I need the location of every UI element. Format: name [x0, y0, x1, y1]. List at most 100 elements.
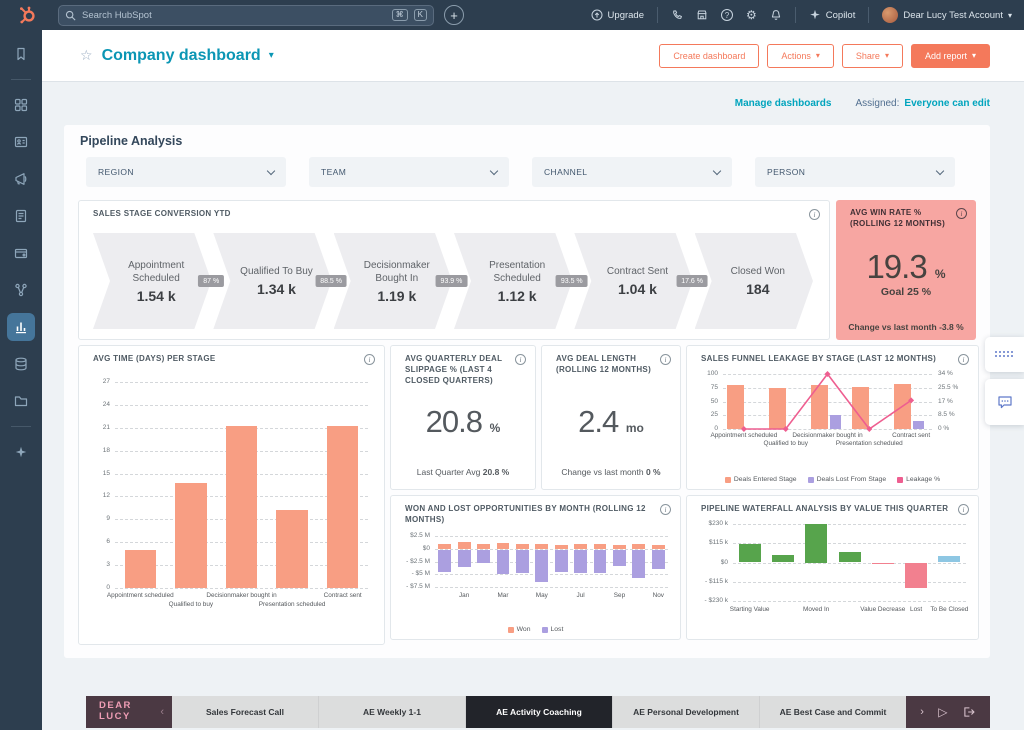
create-dashboard-button[interactable]: Create dashboard	[659, 44, 759, 68]
library-folder-icon[interactable]	[7, 387, 35, 415]
ai-sparkle-icon[interactable]	[7, 438, 35, 466]
legend-swatch	[808, 477, 814, 483]
automations-icon[interactable]	[7, 276, 35, 304]
left-sidebar	[0, 30, 42, 730]
marketing-megaphone-icon[interactable]	[7, 165, 35, 193]
copilot-button[interactable]: Copilot	[809, 9, 856, 21]
y-axis-tick: 15	[103, 470, 110, 477]
tab-sales-forecast-call[interactable]: Sales Forecast Call	[172, 696, 319, 728]
calling-icon[interactable]	[671, 9, 683, 21]
card-title: AVG DEAL LENGTH (ROLLING 12 MONTHS)	[556, 354, 654, 376]
search-input[interactable]	[82, 10, 386, 21]
hubspot-logo-icon[interactable]	[18, 6, 36, 24]
chat-widget-button[interactable]	[985, 379, 1024, 425]
presentation-bar: DEARLUCY ‹ Sales Forecast Call AE Weekly…	[42, 696, 1024, 728]
favorite-star-icon[interactable]: ☆	[80, 47, 93, 64]
bar-lost	[652, 550, 665, 569]
chevron-left-icon[interactable]: ‹	[160, 706, 164, 718]
tab-ae-weekly-1-1[interactable]: AE Weekly 1-1	[319, 696, 466, 728]
chevron-down-icon: ▾	[972, 51, 976, 60]
assigned-value-link[interactable]: Everyone can edit	[904, 98, 990, 109]
workspaces-grid-icon[interactable]	[7, 91, 35, 119]
bar-won	[632, 544, 645, 549]
legend-item: Lost	[542, 626, 564, 633]
chevron-down-icon	[490, 166, 498, 174]
info-icon[interactable]	[958, 354, 969, 365]
info-icon[interactable]	[660, 504, 671, 515]
quick-create-button[interactable]: +	[444, 5, 464, 25]
team-filter-dropdown[interactable]: TEAM	[309, 157, 509, 187]
y-axis-tick: $230 k	[708, 520, 728, 527]
gridline	[435, 587, 668, 588]
notifications-bell-icon[interactable]	[770, 9, 782, 21]
global-search[interactable]: ⌘ K	[58, 5, 434, 26]
settings-gear-icon[interactable]: ⚙	[746, 9, 757, 21]
x-axis-label: Jan	[459, 592, 469, 599]
chart-title: AVG TIME (DAYS) PER STAGE	[93, 354, 358, 365]
y-axis-tick: 6	[106, 538, 110, 545]
avatar	[882, 7, 898, 23]
y-axis-tick: 27	[103, 378, 110, 385]
x-axis-label: Contract sent	[892, 432, 930, 439]
reporting-icon[interactable]	[7, 313, 35, 341]
share-button[interactable]: Share▾	[842, 44, 903, 68]
won-lost-opportunities-chart-card: WON AND LOST OPPORTUNITIES BY MONTH (ROL…	[390, 495, 681, 640]
info-icon[interactable]	[809, 209, 820, 220]
waterfall-bar	[905, 563, 927, 588]
y-axis-tick: $2.5 M	[410, 532, 430, 539]
shortcut-cmd-key: ⌘	[392, 9, 408, 21]
upgrade-button[interactable]: Upgrade	[591, 9, 644, 21]
y-axis-tick: $0	[423, 545, 430, 552]
card-title: SALES STAGE CONVERSION YTD	[93, 209, 803, 220]
y-axis-tick: - $7.5 M	[406, 583, 430, 590]
tab-ae-personal-development[interactable]: AE Personal Development	[613, 696, 760, 728]
data-management-icon[interactable]	[7, 350, 35, 378]
marketplace-icon[interactable]	[696, 9, 708, 21]
sales-stage-conversion-card: SALES STAGE CONVERSION YTD Appointment S…	[78, 200, 830, 340]
bar-won	[652, 545, 665, 549]
info-icon[interactable]	[515, 354, 526, 365]
chart-title: SALES FUNNEL LEAKAGE BY STAGE (LAST 12 M…	[701, 354, 952, 365]
channel-filter-dropdown[interactable]: CHANNEL	[532, 157, 732, 187]
x-axis-label: Presentation scheduled	[836, 440, 903, 447]
legend-swatch	[542, 627, 548, 633]
funnel: Appointment Scheduled1.54 k Qualified To…	[93, 233, 815, 329]
bookmarks-icon[interactable]	[7, 40, 35, 68]
chevron-right-icon[interactable]: ›	[920, 706, 924, 718]
page-title[interactable]: Company dashboard	[102, 47, 261, 65]
person-filter-dropdown[interactable]: PERSON	[755, 157, 955, 187]
chevron-down-icon[interactable]: ▾	[269, 50, 274, 61]
chevron-down-icon	[267, 166, 275, 174]
play-icon[interactable]: ▷	[938, 705, 947, 719]
info-icon[interactable]	[956, 208, 967, 219]
bar	[327, 426, 358, 588]
y-axis-tick: - $230 k	[705, 597, 729, 604]
top-nav: ⌘ K + Upgrade ? ⚙	[0, 0, 1024, 30]
apps-dock-button[interactable]	[985, 337, 1024, 372]
manage-dashboards-link[interactable]: Manage dashboards	[735, 98, 832, 109]
info-icon[interactable]	[958, 504, 969, 515]
info-icon[interactable]	[660, 354, 671, 365]
funnel-stage: Closed Won184	[695, 233, 813, 329]
tab-ae-activity-coaching[interactable]: AE Activity Coaching	[466, 696, 613, 728]
commerce-wallet-icon[interactable]	[7, 239, 35, 267]
dashboard-header: ☆ Company dashboard ▾ Create dashboard A…	[42, 30, 1024, 82]
assigned-info: Assigned: Everyone can edit	[855, 98, 990, 109]
add-report-button[interactable]: Add report▾	[911, 44, 990, 68]
funnel-stage: Decisionmaker Bought In1.19 k	[334, 233, 452, 329]
region-filter-dropdown[interactable]: REGION	[86, 157, 286, 187]
sales-forms-icon[interactable]	[7, 202, 35, 230]
present-export-icon[interactable]	[962, 705, 976, 719]
info-icon[interactable]	[364, 354, 375, 365]
account-menu[interactable]: Dear Lucy Test Account ▾	[882, 7, 1012, 23]
actions-button[interactable]: Actions▾	[767, 44, 834, 68]
help-icon[interactable]: ?	[721, 9, 733, 21]
bar-lost	[555, 550, 568, 572]
y-axis-tick: 3	[106, 561, 110, 568]
crm-contacts-icon[interactable]	[7, 128, 35, 156]
nav-divider	[868, 7, 869, 23]
y-axis-tick: 18	[103, 447, 110, 454]
waterfall-bar	[839, 552, 861, 562]
tab-ae-best-case-and-commit[interactable]: AE Best Case and Commit	[760, 696, 907, 728]
dear-lucy-logo[interactable]: DEARLUCY ‹	[86, 696, 172, 728]
